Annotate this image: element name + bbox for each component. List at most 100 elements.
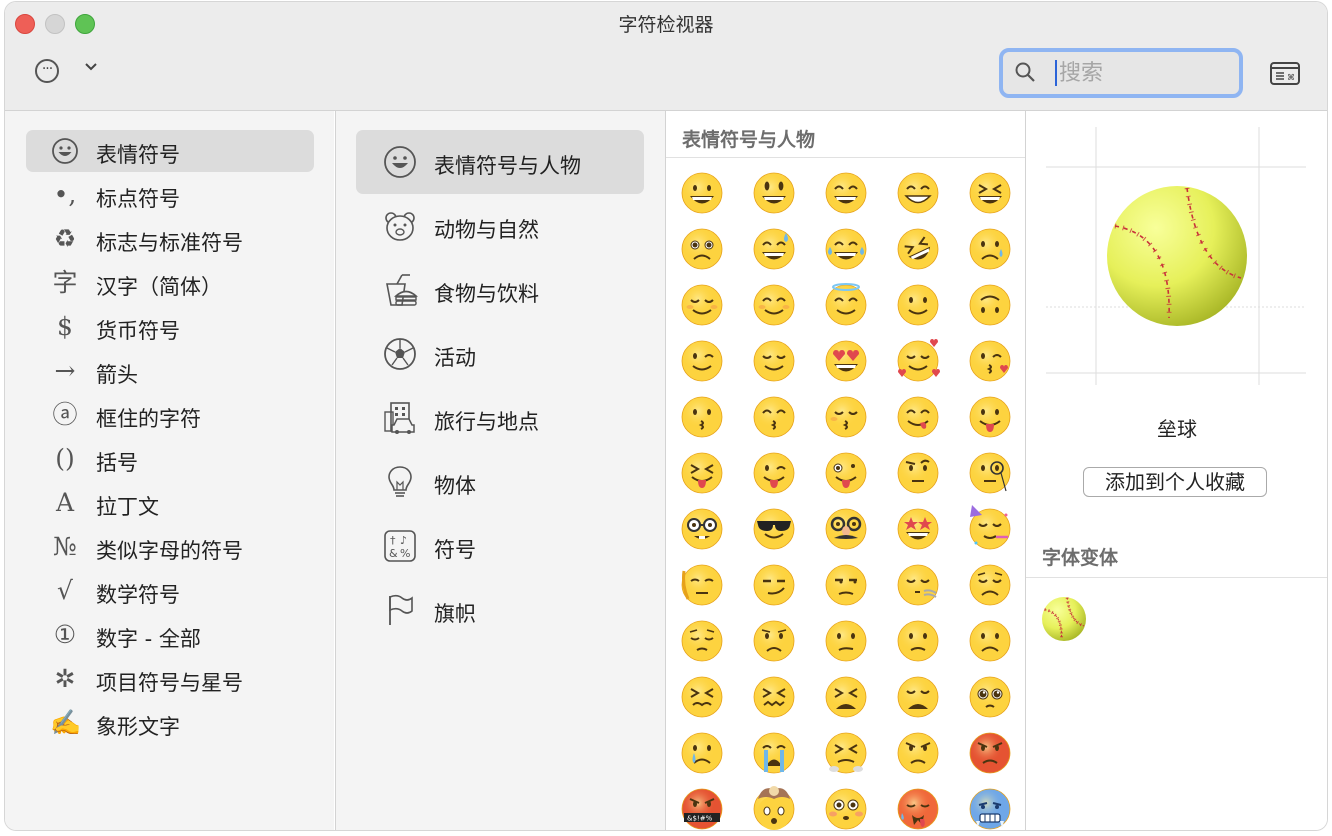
heart-eyes-emoji[interactable] <box>824 339 868 383</box>
winking-face-tongue-emoji[interactable] <box>752 451 796 495</box>
category-item[interactable]: () 括号 <box>26 438 314 480</box>
search-input[interactable] <box>1057 58 1237 88</box>
subcategory-item[interactable]: 旅行与地点 <box>356 386 644 450</box>
angry-face-emoji[interactable] <box>896 731 940 775</box>
kissing-face-emoji[interactable] <box>680 395 724 439</box>
category-item[interactable]: ♻ 标志与标准符号 <box>26 218 314 260</box>
more-icon: ··· <box>41 61 53 77</box>
smiling-face-smiling-eyes-emoji[interactable] <box>752 283 796 327</box>
confounded-face-emoji[interactable] <box>752 675 796 719</box>
smiling-face-halo-emoji[interactable] <box>824 283 868 327</box>
grinning-face-sweat-emoji[interactable] <box>752 227 796 271</box>
category-item[interactable]: 表情符号 <box>26 130 314 172</box>
exploding-head-emoji[interactable] <box>752 786 796 830</box>
persevering-face-emoji[interactable] <box>680 675 724 719</box>
subcategory-item[interactable]: † ♪ &% 符号 <box>356 514 644 578</box>
beaming-face-emoji[interactable] <box>896 171 940 215</box>
nerd-face-emoji[interactable] <box>680 507 724 551</box>
search-field[interactable] <box>999 48 1243 98</box>
face-holding-back-tears-emoji[interactable] <box>680 227 724 271</box>
category-item[interactable]: № 类似字母的符号 <box>26 526 314 568</box>
subcategory-item[interactable]: 活动 <box>356 322 644 386</box>
face-steam-nose-emoji[interactable] <box>824 731 868 775</box>
face-with-tongue-emoji[interactable] <box>968 395 1012 439</box>
subcategory-item[interactable]: 食物与饮料 <box>356 258 644 322</box>
character-name: 垒球 <box>1157 417 1197 441</box>
smiling-face-emoji[interactable] <box>680 283 724 327</box>
worried-face-emoji[interactable] <box>752 619 796 663</box>
add-to-favorites-button[interactable]: 添加到个人收藏 <box>1083 467 1267 497</box>
crying-face-tear-emoji[interactable] <box>680 731 724 775</box>
softball-variant[interactable] <box>1040 595 1088 643</box>
svg-text:†: † <box>390 534 396 547</box>
face-symbols-mouth-emoji[interactable]: &$!#% <box>680 787 724 830</box>
face-peeking-hand-emoji[interactable] <box>680 563 724 607</box>
category-item[interactable]: ① 数字 - 全部 <box>26 614 314 656</box>
svg-text:&$!#%: &$!#% <box>687 815 713 823</box>
category-label: 汉字（简体） <box>96 275 222 299</box>
face-raised-eyebrow-emoji[interactable] <box>896 451 940 495</box>
face-with-monocle-emoji[interactable] <box>968 451 1012 495</box>
pouting-face-emoji[interactable] <box>968 731 1012 775</box>
subcategory-label: 表情符号与人物 <box>434 154 581 178</box>
category-item[interactable]: ✲ 项目符号与星号 <box>26 658 314 700</box>
grinning-face-smiling-eyes-emoji[interactable] <box>824 171 868 215</box>
flushed-face-emoji[interactable] <box>824 787 868 830</box>
face-tears-of-joy-emoji[interactable] <box>824 227 868 271</box>
slightly-smiling-face-emoji[interactable] <box>896 283 940 327</box>
smiling-face-sunglasses-emoji[interactable] <box>752 507 796 551</box>
face-exhaling-emoji[interactable] <box>896 563 940 607</box>
more-options-button[interactable]: ··· <box>35 59 59 83</box>
category-item[interactable]: √ 数学符号 <box>26 570 314 612</box>
subcategory-item[interactable]: 表情符号与人物 <box>356 130 644 194</box>
upside-down-face-emoji[interactable] <box>968 283 1012 327</box>
pensive-face-emoji[interactable] <box>680 619 724 663</box>
weary-face-emoji[interactable] <box>896 675 940 719</box>
category-item[interactable]: ⓐ 框住的字符 <box>26 394 314 436</box>
category-item[interactable]: → 箭头 <box>26 350 314 392</box>
face-savoring-food-emoji[interactable] <box>896 395 940 439</box>
subcategory-label: 物体 <box>434 474 476 498</box>
soccer-ball-icon <box>382 336 418 372</box>
category-item[interactable]: A 拉丁文 <box>26 482 314 524</box>
subcategory-item[interactable]: 物体 <box>356 450 644 514</box>
options-dropdown-button[interactable] <box>84 60 98 76</box>
rolling-on-floor-laughing-emoji[interactable] <box>896 227 940 271</box>
crying-face-emoji[interactable] <box>968 227 1012 271</box>
frowning-face-emoji[interactable] <box>968 619 1012 663</box>
grinning-face-emoji[interactable] <box>680 171 724 215</box>
face-blowing-kiss-emoji[interactable] <box>968 339 1012 383</box>
keyboard-viewer-button[interactable]: ⌘ <box>1270 62 1300 85</box>
partying-face-emoji[interactable] <box>968 505 1012 551</box>
parentheses-icon: () <box>55 444 75 473</box>
smirking-face-emoji[interactable] <box>752 563 796 607</box>
unamused-face-emoji[interactable] <box>824 563 868 607</box>
category-item[interactable]: 字汉字（简体） <box>26 262 314 304</box>
star-struck-emoji[interactable] <box>896 507 940 551</box>
subcategory-item[interactable]: 动物与自然 <box>356 194 644 258</box>
subcategory-item[interactable]: 旗帜 <box>356 578 644 642</box>
zany-face-emoji[interactable] <box>824 451 868 495</box>
category-item[interactable]: $ 货币符号 <box>26 306 314 348</box>
relieved-face-emoji[interactable] <box>752 339 796 383</box>
kissing-face-closed-eyes-emoji[interactable] <box>824 395 868 439</box>
softball-icon <box>1042 597 1086 641</box>
hot-face-emoji[interactable] <box>896 787 940 830</box>
category-item[interactable]: •, 标点符号 <box>26 174 314 216</box>
disappointed-face-emoji[interactable] <box>968 563 1012 607</box>
loudly-crying-face-emoji[interactable] <box>752 731 796 775</box>
arrow-icon: → <box>54 356 76 385</box>
confused-face-emoji[interactable] <box>824 619 868 663</box>
smiling-face-hearts-emoji[interactable] <box>896 339 940 383</box>
tired-face-emoji[interactable] <box>824 675 868 719</box>
slightly-frowning-face-emoji[interactable] <box>896 619 940 663</box>
grinning-squinting-face-emoji[interactable] <box>968 171 1012 215</box>
squinting-face-tongue-emoji[interactable] <box>680 451 724 495</box>
disguised-face-emoji[interactable] <box>824 507 868 551</box>
winking-face-emoji[interactable] <box>680 339 724 383</box>
grinning-face-big-eyes-emoji[interactable] <box>752 171 796 215</box>
kissing-face-smiling-eyes-emoji[interactable] <box>752 395 796 439</box>
cold-face-emoji[interactable] <box>968 787 1012 830</box>
category-item[interactable]: ✍ 象形文字 <box>26 702 314 744</box>
pleading-face-emoji[interactable] <box>968 675 1012 719</box>
